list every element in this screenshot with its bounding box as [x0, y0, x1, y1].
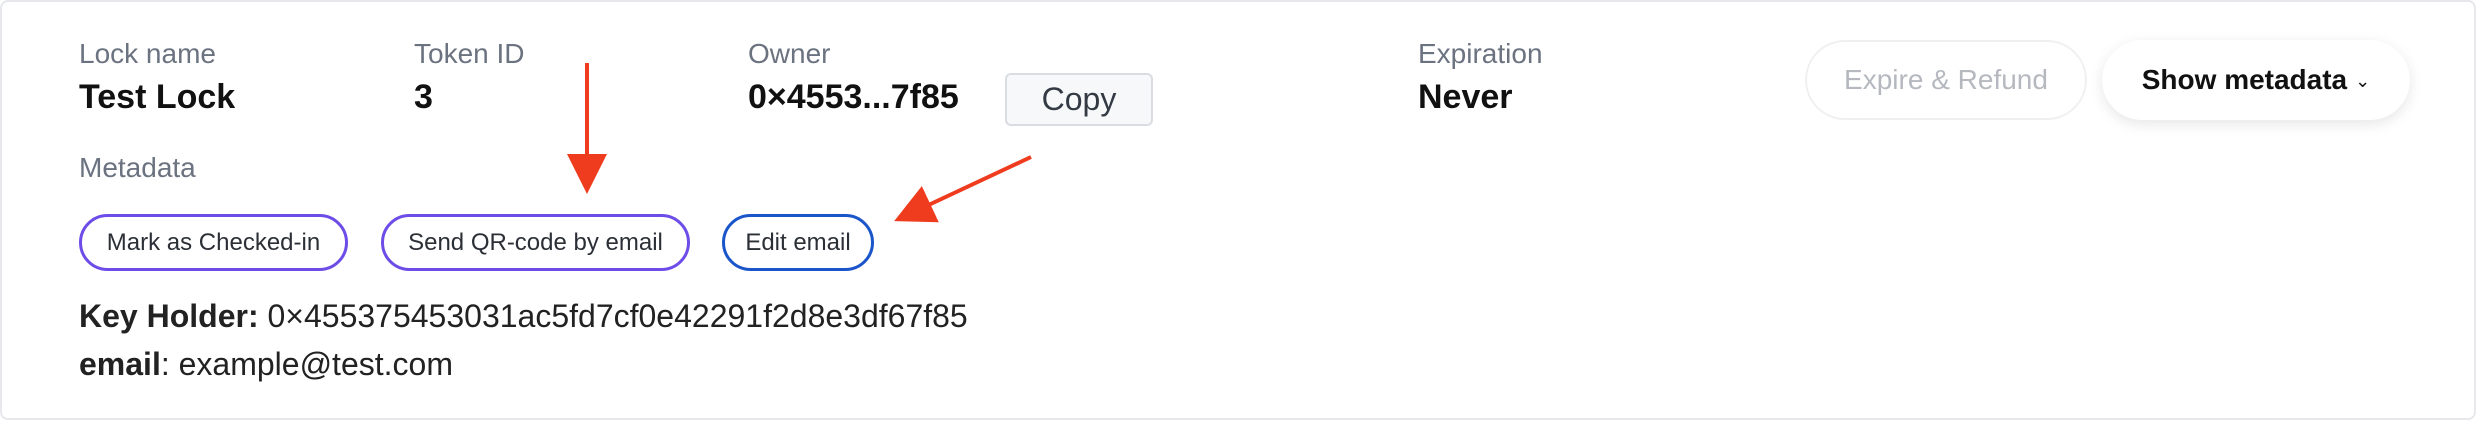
token-id-value: 3: [414, 78, 433, 116]
mark-checked-in-button[interactable]: Mark as Checked-in: [79, 214, 348, 271]
send-qr-code-button[interactable]: Send QR-code by email: [381, 214, 690, 271]
key-holder-row: Key Holder: 0×455375453031ac5fd7cf0e4229…: [79, 298, 968, 335]
email-row: email: example@test.com: [79, 346, 453, 383]
expiration-label: Expiration: [1418, 38, 1543, 69]
copy-owner-button[interactable]: Copy: [1005, 73, 1153, 126]
chevron-down-icon: ⌄: [2355, 70, 2371, 91]
lock-name-label: Lock name: [79, 38, 216, 69]
email-value: example@test.com: [178, 346, 453, 382]
email-separator: :: [160, 346, 170, 382]
edit-email-button[interactable]: Edit email: [722, 214, 874, 271]
expiration-value: Never: [1418, 78, 1513, 116]
metadata-heading: Metadata: [79, 152, 196, 183]
expire-refund-button[interactable]: Expire & Refund: [1805, 40, 2087, 120]
lock-name-value: Test Lock: [79, 78, 236, 116]
email-label: email: [79, 346, 161, 382]
show-metadata-button[interactable]: Show metadata ⌄: [2102, 40, 2410, 120]
key-details-card: Lock name Test Lock Token ID 3 Owner 0×4…: [0, 0, 2476, 420]
key-holder-address: 0×455375453031ac5fd7cf0e42291f2d8e3df67f…: [267, 298, 968, 334]
token-id-label: Token ID: [414, 38, 525, 69]
owner-address: 0×4553...7f85: [748, 78, 959, 116]
show-metadata-label: Show metadata: [2141, 64, 2348, 95]
key-holder-label: Key Holder:: [79, 298, 259, 334]
owner-label: Owner: [748, 38, 831, 69]
